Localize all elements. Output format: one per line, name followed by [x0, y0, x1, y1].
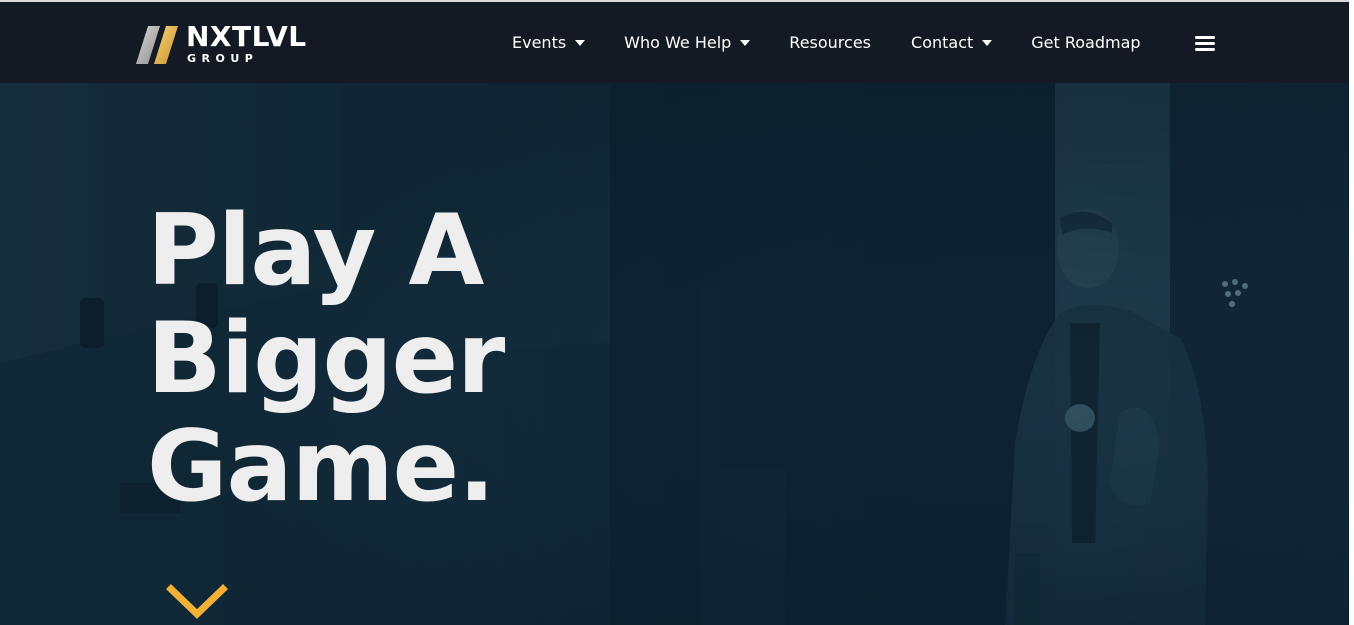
headline-line-1: Play A: [147, 194, 484, 308]
nav-label-events: Events: [512, 33, 567, 52]
caret-down-icon: [740, 39, 751, 46]
headline-line-2: Bigger: [147, 302, 505, 416]
nav-item-get-roadmap[interactable]: Get Roadmap: [1031, 33, 1140, 52]
hero-headline: Play A Bigger Game.: [147, 194, 505, 524]
brand-logo-link[interactable]: NXTLVL GROUP: [136, 20, 326, 68]
caret-down-icon: [982, 39, 993, 46]
logo-subtitle: GROUP: [187, 52, 259, 65]
logo-wordmark: NXTLVL: [186, 20, 307, 53]
nav-item-contact[interactable]: Contact: [911, 33, 993, 52]
main-nav: Events Who We Help Resources Contact Get…: [512, 2, 1141, 83]
nav-item-who-we-help[interactable]: Who We Help: [624, 33, 751, 52]
nav-item-resources[interactable]: Resources: [789, 33, 871, 52]
hamburger-menu-icon[interactable]: [1195, 36, 1215, 52]
chevron-down-icon[interactable]: [166, 583, 228, 625]
nav-label-who-we-help: Who We Help: [624, 33, 732, 52]
scrollbar-rail[interactable]: [1349, 0, 1354, 625]
nav-label-contact: Contact: [911, 33, 974, 52]
hero-section: Play A Bigger Game.: [0, 83, 1349, 625]
logo-mark-icon: [136, 26, 178, 64]
nav-item-events[interactable]: Events: [512, 33, 586, 52]
page: NXTLVL GROUP Events Who We Help Resource…: [0, 0, 1354, 625]
nav-label-resources: Resources: [789, 33, 872, 52]
site-header: NXTLVL GROUP Events Who We Help Resource…: [0, 2, 1349, 83]
nav-label-get-roadmap: Get Roadmap: [1031, 33, 1141, 52]
headline-line-3: Game.: [147, 410, 495, 524]
caret-down-icon: [575, 39, 586, 46]
